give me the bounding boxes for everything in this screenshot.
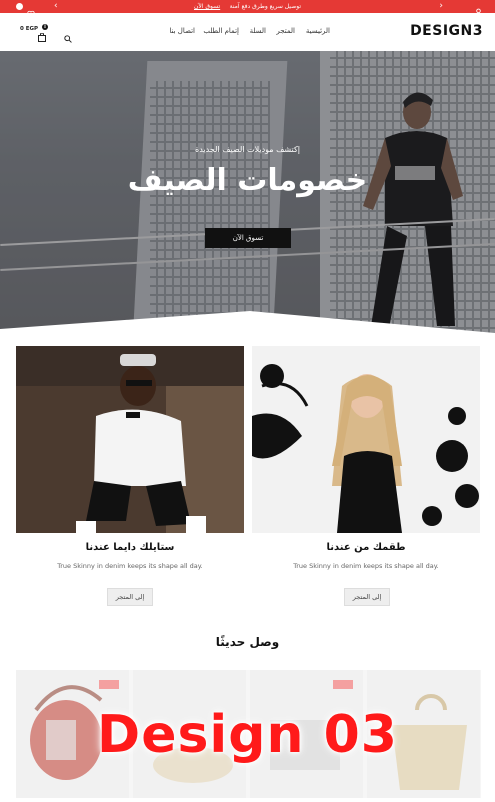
hero-shop-now-button[interactable]: تسوق الآن	[205, 228, 291, 248]
site-logo[interactable]: DESIGN3	[410, 23, 483, 39]
hero-title: خصومات الصيف	[127, 163, 368, 198]
cart-total[interactable]: 0 EGP	[20, 26, 38, 32]
prev-arrow-icon[interactable]: ‹	[54, 0, 58, 13]
promo-title-men: ستايلك دايما عندنا	[85, 542, 175, 553]
site-header: DESIGN3 الرئيسية المتجر السلة إتمام الطل…	[0, 13, 495, 52]
promo-image-men[interactable]	[16, 346, 244, 533]
sale-badge	[99, 680, 119, 689]
cart-count-badge: 0	[42, 24, 48, 30]
design-watermark: Design 03	[97, 705, 398, 765]
nav-checkout[interactable]: إتمام الطلب	[203, 27, 239, 35]
currency-toggle-icon[interactable]	[16, 3, 23, 10]
announcement-text: توصيل سريع وطرق دفع آمنة	[229, 3, 301, 10]
hero-banner: إكتشف موديلات الصيف الجديدة خصومات الصيف…	[0, 51, 495, 336]
nav-cart[interactable]: السلة	[250, 27, 266, 35]
nav-home[interactable]: الرئيسية	[306, 27, 330, 35]
recent-arrivals-title: وصل حديثًا	[215, 635, 280, 649]
announcement-cta-link[interactable]: تسوق الآن	[194, 0, 220, 13]
next-arrow-icon[interactable]: ›	[439, 0, 443, 13]
promo-shop-button-women[interactable]: إلى المتجر	[344, 588, 390, 606]
nav-shop[interactable]: المتجر	[276, 27, 295, 35]
announcement-bar: › توصيل سريع وطرق دفع آمنة تسوق الآن ‹	[0, 0, 495, 18]
promo-image-women[interactable]	[252, 346, 480, 533]
sale-badge	[333, 680, 353, 689]
hero-subtitle: إكتشف موديلات الصيف الجديدة	[195, 145, 300, 154]
promo-title-women: طقمك من عندنا	[326, 542, 406, 553]
promo-desc-men: True Skinny in denim keeps its shape all…	[57, 562, 203, 570]
promo-shop-button-men[interactable]: إلى المتجر	[107, 588, 153, 606]
search-icon[interactable]	[64, 28, 72, 47]
promo-desc-women: True Skinny in denim keeps its shape all…	[293, 562, 439, 570]
nav-contact[interactable]: اتصال بنا	[169, 27, 195, 35]
